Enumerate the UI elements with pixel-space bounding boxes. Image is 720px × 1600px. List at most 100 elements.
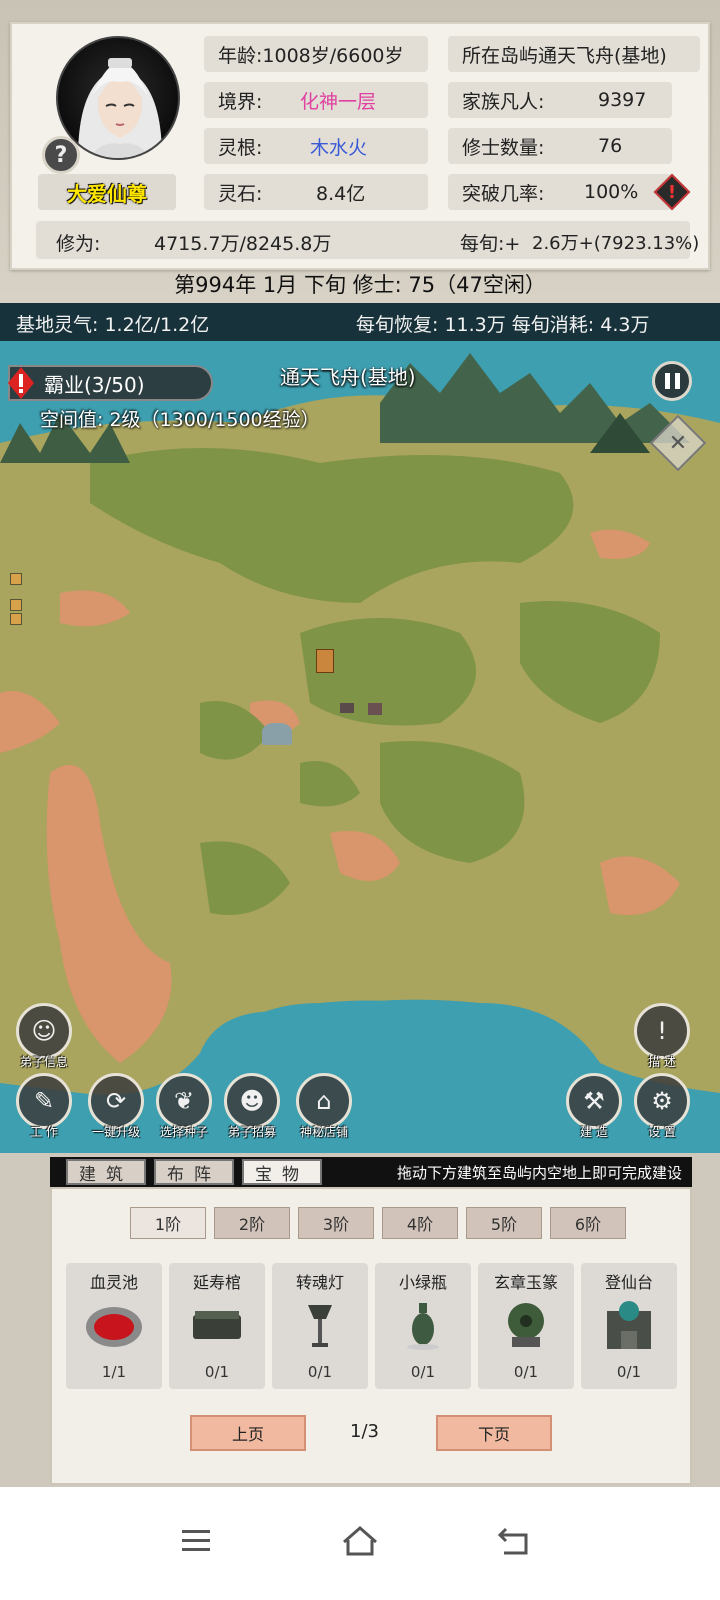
question-icon: ? [54, 142, 68, 168]
disciple-info-button[interactable]: ☺ 弟子信息 [14, 1003, 74, 1070]
disciple-icon: ☺ [16, 1003, 72, 1059]
map-marker[interactable] [10, 599, 22, 611]
item-blood-pool[interactable]: 血灵池 1/1 [66, 1263, 162, 1389]
back-button[interactable] [490, 1517, 538, 1565]
breakthrough-label: 突破几率: [462, 182, 545, 205]
build-panel-wrapper: 建筑 布阵 宝物 拖动下方建筑至岛屿内空地上即可完成建设 1阶 2阶 3阶 4阶… [50, 1157, 692, 1487]
item-count: 0/1 [513, 1363, 539, 1381]
tier-5-button[interactable]: 5阶 [466, 1207, 542, 1239]
home-icon [343, 1526, 377, 1556]
disciple-info-label: 弟子信息 [19, 1055, 68, 1069]
per-tick-value: 2.6万+(7923.13%) [532, 233, 700, 254]
upgrade-icon: ⟳ [88, 1073, 144, 1129]
home-button[interactable] [336, 1517, 384, 1565]
item-green-bottle[interactable]: 小绿瓶 0/1 [375, 1263, 471, 1389]
build-button[interactable]: ⚒ 建 造 [564, 1073, 624, 1140]
spirit-recover-label: 每旬恢复: 11.3万 每旬消耗: 4.3万 [356, 314, 650, 336]
item-jade-seal[interactable]: 玄章玉篆 0/1 [478, 1263, 574, 1389]
stone-stat: 灵石: 8.4亿 [204, 174, 428, 210]
mystery-shop-label: 神秘店铺 [299, 1125, 348, 1139]
tab-formation[interactable]: 布阵 [154, 1159, 234, 1185]
recruit-label: 弟子招募 [227, 1125, 276, 1139]
item-count: 0/1 [307, 1363, 333, 1381]
item-count: 0/1 [616, 1363, 642, 1381]
root-stat: 灵根: 木水火 [204, 128, 428, 164]
item-name: 登仙台 [604, 1273, 653, 1292]
item-name: 小绿瓶 [398, 1273, 447, 1292]
item-ascension-platform[interactable]: 登仙台 0/1 [581, 1263, 677, 1389]
system-nav-bar [0, 1487, 720, 1600]
hammer-icon: ⚒ [566, 1073, 622, 1129]
tab-building[interactable]: 建筑 [66, 1159, 146, 1185]
item-count: 1/1 [101, 1363, 127, 1381]
cultivators-stat: 修士数量: 76 [448, 128, 672, 164]
tier-2-button[interactable]: 2阶 [214, 1207, 290, 1239]
work-label: 工 作 [30, 1125, 58, 1139]
map-marker[interactable] [10, 613, 22, 625]
character-name: 大爱仙尊 [38, 174, 176, 210]
settings-button[interactable]: ⚙ 设 置 [632, 1073, 692, 1140]
work-icon: ✎ [16, 1073, 72, 1129]
root-label: 灵根: [218, 136, 263, 159]
character-panel: ? 大爱仙尊 年龄: 1008岁/6600岁 境界: 化神一层 灵根: 木水火 … [10, 22, 710, 270]
work-button[interactable]: ✎ 工 作 [14, 1073, 74, 1140]
base-title: 通天飞舟(基地) [280, 365, 416, 389]
blood-pool-icon [86, 1307, 142, 1347]
mystery-shop-button[interactable]: ⌂ 神秘店铺 [294, 1073, 354, 1140]
map-marker[interactable] [10, 573, 22, 585]
recruit-button[interactable]: ☻ 弟子招募 [222, 1073, 282, 1140]
tier-6-button[interactable]: 6阶 [550, 1207, 626, 1239]
xiuwei-value: 4715.7万/8245.8万 [154, 233, 332, 255]
select-seed-button[interactable]: ❦ 选择种子 [154, 1073, 214, 1140]
family-value: 9397 [598, 89, 647, 111]
settings-label: 设 置 [648, 1125, 676, 1139]
tab-treasure[interactable]: 宝物 [242, 1159, 322, 1185]
stone-value: 8.4亿 [316, 182, 366, 205]
prev-page-button[interactable]: 上页 [190, 1415, 306, 1451]
item-count: 0/1 [204, 1363, 230, 1381]
per-tick-label: 每旬:+ [460, 233, 521, 255]
describe-label: 描 述 [648, 1055, 676, 1069]
help-button[interactable]: ? [42, 136, 80, 174]
build-hint: 拖动下方建筑至岛屿内空地上即可完成建设 [396, 1164, 682, 1182]
realm-value: 化神一层 [300, 90, 377, 113]
cultivators-label: 修士数量: [462, 136, 545, 159]
breakthrough-stat: 突破几率: 100% [448, 174, 672, 210]
exclaim-icon: ! [634, 1003, 690, 1059]
tier-3-button[interactable]: 3阶 [298, 1207, 374, 1239]
island-map[interactable]: 基地灵气: 1.2亿/1.2亿 每旬恢复: 11.3万 每旬消耗: 4.3万 霸… [0, 303, 720, 1153]
item-name: 转魂灯 [295, 1273, 344, 1292]
family-label: 家族凡人: [462, 90, 545, 113]
realm-label: 境界: [218, 90, 263, 113]
tier-4-button[interactable]: 4阶 [382, 1207, 458, 1239]
menu-icon [182, 1530, 210, 1551]
build-tab-strip: 建筑 布阵 宝物 拖动下方建筑至岛屿内空地上即可完成建设 [50, 1157, 692, 1187]
rock-building[interactable] [262, 723, 292, 745]
dominion-badge[interactable]: 霸业(3/50) [8, 365, 213, 401]
pagoda-building[interactable] [316, 649, 334, 673]
recruit-icon: ☻ [224, 1073, 280, 1129]
item-count: 0/1 [410, 1363, 436, 1381]
pause-button[interactable] [652, 361, 692, 401]
item-soul-lamp[interactable]: 转魂灯 0/1 [272, 1263, 368, 1389]
tier-1-button[interactable]: 1阶 [130, 1207, 206, 1239]
structure-building[interactable] [340, 703, 354, 713]
age-stat: 年龄: 1008岁/6600岁 [204, 36, 428, 72]
spirit-energy-bar: 基地灵气: 1.2亿/1.2亿 每旬恢复: 11.3万 每旬消耗: 4.3万 [0, 303, 720, 341]
upgrade-all-button[interactable]: ⟳ 一键升级 [86, 1073, 146, 1140]
island-label: 所在岛屿 [462, 44, 539, 67]
island-stat: 所在岛屿 通天飞舟(基地) [448, 36, 700, 72]
next-page-button[interactable]: 下页 [436, 1415, 552, 1451]
breakthrough-value: 100% [584, 181, 639, 203]
menu-button[interactable] [172, 1517, 220, 1565]
describe-button[interactable]: ! 描 述 [632, 1003, 692, 1070]
item-longevity-coffin[interactable]: 延寿棺 0/1 [169, 1263, 265, 1389]
upgrade-all-label: 一键升级 [91, 1125, 140, 1139]
structure-building[interactable] [368, 703, 382, 715]
build-panel: 1阶 2阶 3阶 4阶 5阶 6阶 血灵池 1/1 延寿棺 0/1 转魂灯 0/… [50, 1187, 692, 1485]
age-value: 1008岁/6600岁 [262, 44, 404, 67]
space-value: 空间值: 2级（1300/1500经验） [40, 409, 320, 431]
build-label: 建 造 [580, 1125, 608, 1139]
realm-stat: 境界: 化神一层 [204, 82, 428, 118]
item-name: 玄章玉篆 [493, 1273, 558, 1292]
